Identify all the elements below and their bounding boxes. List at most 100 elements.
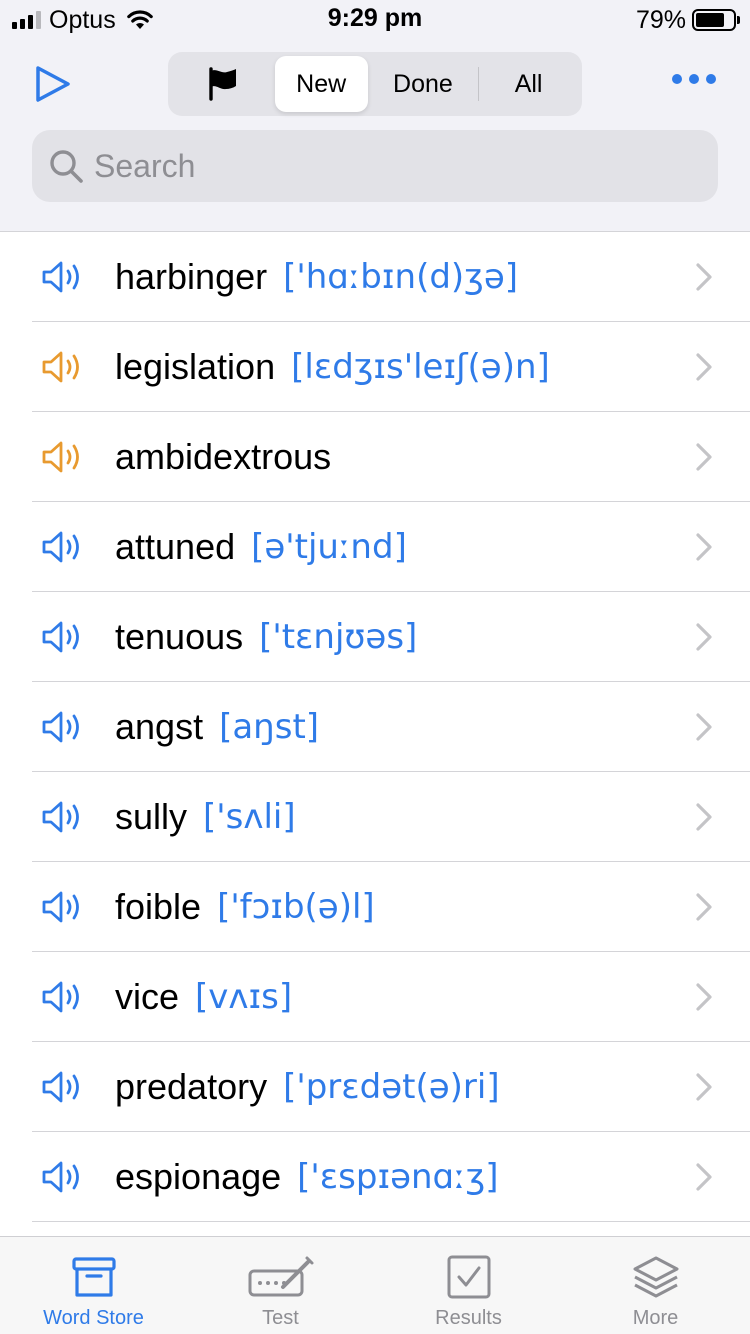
speaker-icon[interactable] — [40, 259, 86, 295]
segment-new-label: New — [296, 69, 347, 98]
word-row[interactable]: harbinger ['hɑːbɪn(d)ʒə] — [0, 232, 750, 322]
word-entry: foible ['fɔɪb(ə)l] — [115, 862, 375, 952]
checkbox-icon — [447, 1255, 490, 1299]
layers-icon — [633, 1256, 678, 1298]
tab-results[interactable]: Results — [375, 1237, 562, 1334]
phonetic-text: ['tɛnjʊəs] — [259, 617, 418, 657]
word-row[interactable]: legislation [lɛdʒɪs'leɪʃ(ə)n] — [0, 322, 750, 412]
phonetic-text: [aŋst] — [219, 707, 320, 747]
word-row[interactable]: angst [aŋst] — [0, 682, 750, 772]
word-entry: predatory ['prɛdət(ə)ri] — [115, 1042, 500, 1132]
tab-word-store[interactable]: Word Store — [0, 1237, 187, 1334]
phonetic-text: ['fɔɪb(ə)l] — [217, 887, 375, 927]
phonetic-text: [vʌɪs] — [195, 977, 293, 1017]
tab-test-label: Test — [262, 1307, 299, 1329]
tab-more-label: More — [632, 1307, 679, 1329]
phonetic-text: ['ɛspɪənɑːʒ] — [297, 1157, 499, 1197]
search-bar[interactable] — [32, 130, 718, 202]
word-text: angst — [115, 706, 204, 747]
keyboard-pencil-icon — [248, 1256, 313, 1297]
speaker-icon[interactable] — [40, 799, 86, 835]
chevron-right-icon — [696, 623, 712, 651]
chevron-right-icon — [696, 713, 712, 741]
word-row[interactable]: tenuous ['tɛnjʊəs] — [0, 592, 750, 682]
toolbar: New Done All — [0, 40, 750, 232]
speaker-icon[interactable] — [40, 1069, 86, 1105]
word-text: attuned — [115, 526, 236, 567]
flag-icon — [209, 67, 237, 101]
word-entry — [115, 1222, 131, 1236]
chevron-right-icon — [696, 533, 712, 561]
chevron-right-icon — [696, 263, 712, 291]
word-entry: ambidextrous — [115, 412, 347, 502]
word-row[interactable]: sully ['sʌli] — [0, 772, 750, 862]
speaker-icon[interactable] — [40, 709, 86, 745]
speaker-icon[interactable] — [40, 979, 86, 1015]
speaker-icon[interactable] — [40, 619, 86, 655]
status-right: 79% — [635, 5, 740, 34]
chevron-right-icon — [696, 353, 712, 381]
word-row[interactable]: foible ['fɔɪb(ə)l] — [0, 862, 750, 952]
segment-all-label: All — [514, 69, 543, 98]
word-text: ambidextrous — [115, 436, 332, 477]
word-entry: legislation [lɛdʒɪs'leɪʃ(ə)n] — [115, 322, 550, 412]
segment-new[interactable]: New — [274, 56, 368, 112]
battery-percentage: 79% — [635, 5, 686, 34]
word-text: espionage — [115, 1156, 282, 1197]
word-text: foible — [115, 886, 202, 927]
word-text: legislation — [115, 346, 276, 387]
word-text: harbinger — [115, 256, 268, 297]
word-text: vice — [115, 976, 180, 1017]
tab-bar: Word Store Test Results More — [0, 1236, 750, 1334]
word-entry: angst [aŋst] — [115, 682, 319, 772]
tab-more[interactable]: More — [562, 1237, 749, 1334]
phonetic-text: ['hɑːbɪn(d)ʒə] — [283, 257, 519, 297]
status-bar: Optus 9:29 pm 79% — [0, 0, 750, 40]
more-options-icon[interactable] — [672, 74, 716, 84]
tab-word-store-label: Word Store — [43, 1307, 144, 1329]
speaker-icon[interactable] — [40, 439, 86, 475]
speaker-icon[interactable] — [40, 349, 86, 385]
word-row[interactable]: predatory ['prɛdət(ə)ri] — [0, 1042, 750, 1132]
word-entry: sully ['sʌli] — [115, 772, 296, 862]
word-row[interactable]: ambidextrous — [0, 412, 750, 502]
tab-results-label: Results — [435, 1307, 502, 1329]
filter-segmented-control: New Done All — [168, 52, 582, 116]
chevron-right-icon — [696, 443, 712, 471]
word-text: predatory — [115, 1066, 268, 1107]
word-text: tenuous — [115, 616, 244, 657]
word-row[interactable]: espionage ['ɛspɪənɑːʒ] — [0, 1132, 750, 1222]
word-entry: espionage ['ɛspɪənɑːʒ] — [115, 1132, 498, 1222]
word-entry: harbinger ['hɑːbɪn(d)ʒə] — [115, 232, 518, 322]
segment-done-label: Done — [393, 69, 453, 98]
word-entry: vice [vʌɪs] — [115, 952, 292, 1042]
speaker-icon[interactable] — [40, 529, 86, 565]
archive-box-icon — [71, 1257, 116, 1297]
chevron-right-icon — [696, 893, 712, 921]
search-icon — [50, 150, 83, 183]
chevron-right-icon — [696, 1163, 712, 1191]
play-icon[interactable] — [30, 62, 74, 106]
word-list: harbinger ['hɑːbɪn(d)ʒə] legislation [lɛdʒɪ… — [0, 232, 750, 1236]
word-row[interactable]: vice [vʌɪs] — [0, 952, 750, 1042]
word-row[interactable] — [0, 1222, 750, 1236]
segment-flagged[interactable] — [172, 56, 275, 112]
tab-test[interactable]: Test — [187, 1237, 374, 1334]
segment-done[interactable]: Done — [368, 56, 479, 112]
chevron-right-icon — [696, 1073, 712, 1101]
chevron-right-icon — [696, 983, 712, 1011]
battery-icon — [692, 9, 740, 31]
speaker-icon[interactable] — [40, 889, 86, 925]
phonetic-text: ['prɛdət(ə)ri] — [283, 1067, 500, 1107]
phonetic-text: [ə'tjuːnd] — [251, 527, 407, 567]
speaker-icon[interactable] — [40, 1159, 86, 1195]
search-input[interactable] — [94, 147, 694, 185]
phonetic-text: ['sʌli] — [203, 797, 296, 837]
word-entry: tenuous ['tɛnjʊəs] — [115, 592, 417, 682]
word-text: sully — [115, 796, 188, 837]
word-row[interactable]: attuned [ə'tjuːnd] — [0, 502, 750, 592]
chevron-right-icon — [696, 803, 712, 831]
battery-level — [696, 13, 725, 27]
segment-all[interactable]: All — [479, 56, 578, 112]
phonetic-text: [lɛdʒɪs'leɪʃ(ə)n] — [291, 347, 550, 387]
